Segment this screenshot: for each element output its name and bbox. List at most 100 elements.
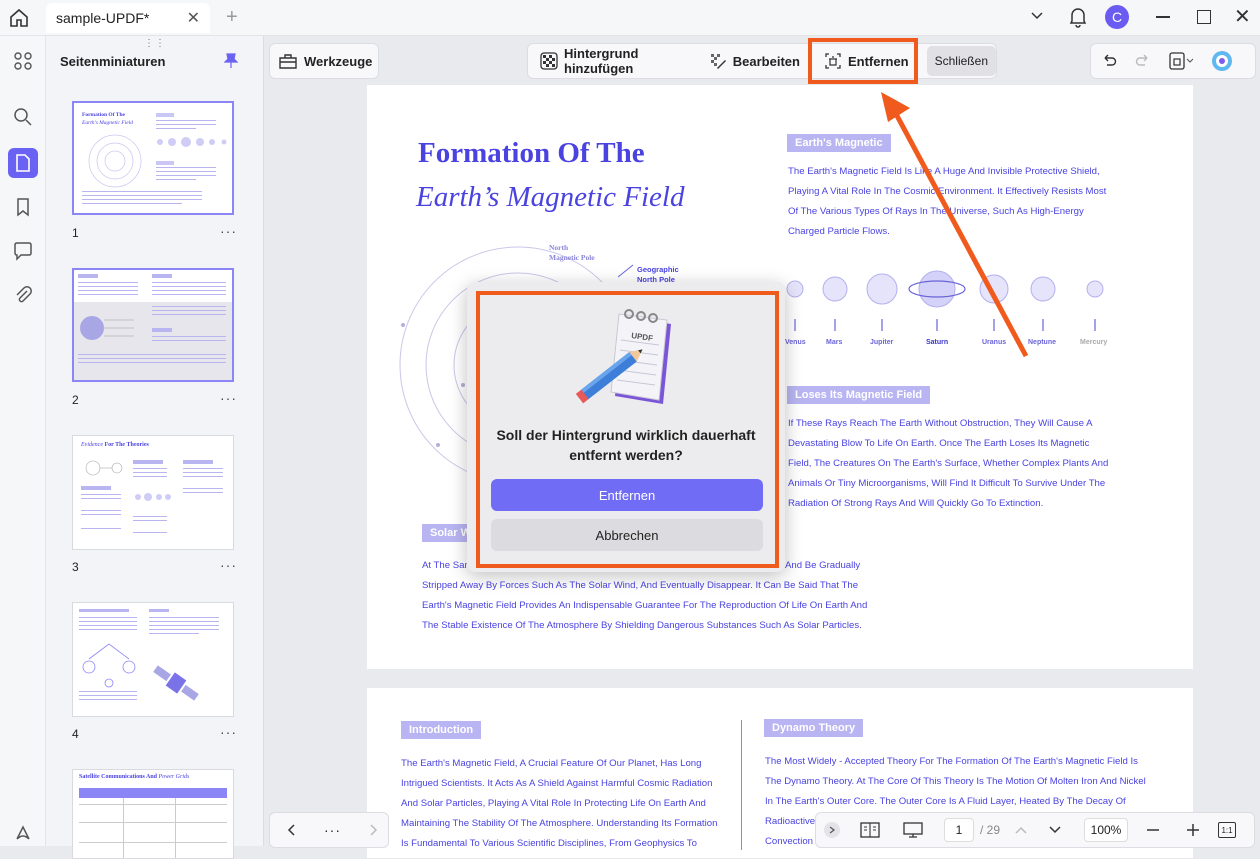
text-line: The Most Widely - Accepted Theory For Th… <box>765 756 1138 767</box>
text-line: Of The Various Types Of Rays In The Univ… <box>788 206 1084 217</box>
undo-icon[interactable] <box>1101 53 1117 69</box>
toolbox-icon <box>278 52 298 70</box>
more-options-icon[interactable]: ··· <box>220 557 237 573</box>
home-icon[interactable] <box>8 7 30 29</box>
zoom-level[interactable]: 100% <box>1084 818 1129 842</box>
thumbnail-page-number: 2 <box>72 393 79 407</box>
section-header: Introduction <box>401 721 482 739</box>
thumbnails-panel: ⋮⋮ Seitenminiaturen Formation Of The Ear… <box>46 36 264 859</box>
title-bar: sample-UPDF* ✕ + C ✕ <box>0 0 1260 36</box>
chevron-up-icon[interactable] <box>1014 825 1028 835</box>
reading-mode-icon[interactable] <box>860 821 880 839</box>
chevron-down-icon[interactable] <box>1048 825 1062 835</box>
chevron-left-icon[interactable] <box>286 823 296 837</box>
chevron-right-icon[interactable] <box>369 823 379 837</box>
layers-icon[interactable] <box>8 818 38 848</box>
more-icon[interactable]: ··· <box>324 822 341 838</box>
section1-text: The Earth's Magnetic Field Is Like A Hug… <box>788 162 1118 242</box>
presentation-icon[interactable] <box>902 821 924 839</box>
ai-assistant-icon[interactable] <box>1211 50 1233 72</box>
add-background-button[interactable]: Hintergrund hinzufügen <box>532 44 701 78</box>
left-tool-rail <box>0 36 46 846</box>
text-line: Playing A Vital Role In The Cosmic Envir… <box>788 186 1107 197</box>
maximize-icon[interactable] <box>1197 10 1211 24</box>
thumb-title-italic: Power Grids <box>158 774 190 780</box>
more-options-icon[interactable]: ··· <box>220 724 237 740</box>
text-line: Earth's Magnetic Field Provides An Indis… <box>422 600 868 611</box>
zoom-out-icon[interactable] <box>1146 823 1160 837</box>
text-line: Charged Particle Flows. <box>788 226 890 237</box>
page-title: Formation Of The <box>418 137 645 169</box>
history-group <box>1090 43 1256 79</box>
remove-button-highlight <box>808 38 918 84</box>
document-tab[interactable]: sample-UPDF* ✕ <box>46 3 210 33</box>
redo-icon[interactable] <box>1135 53 1151 69</box>
panel-title: Seitenminiaturen <box>60 54 166 69</box>
edit-background-icon <box>709 52 727 70</box>
page-thumbnail-3[interactable]: Evidence For The Theories <box>72 435 234 550</box>
page-thumbnail-2[interactable] <box>72 268 234 382</box>
drag-handle-icon[interactable]: ⋮⋮ <box>144 38 166 49</box>
text-line: Field, The Creatures On The Earth's Surf… <box>788 458 1109 469</box>
actual-size-button[interactable]: 1:1 <box>1218 822 1237 838</box>
search-icon[interactable] <box>8 102 38 132</box>
page-thumbnail-1[interactable]: Formation Of The Earth's Magnetic Field <box>72 101 234 215</box>
text-line: And Solar Particles, Playing A Vital Rol… <box>401 798 706 809</box>
bell-icon[interactable] <box>1068 6 1088 28</box>
minimize-icon[interactable] <box>1156 16 1170 18</box>
bookmark-icon[interactable] <box>8 192 38 222</box>
more-options-icon[interactable]: ··· <box>220 223 237 239</box>
planet-label: Jupiter <box>870 339 894 346</box>
edit-background-button[interactable]: Bearbeiten <box>701 44 808 78</box>
avatar[interactable]: C <box>1105 5 1129 29</box>
background-toolbar: Hintergrund hinzufügen Bearbeiten Entfer… <box>527 43 997 79</box>
text-line-start: At The Sam <box>422 560 473 571</box>
planet-labels: Venus Mars Jupiter Saturn Uranus Neptune… <box>782 339 1122 351</box>
section2-text: If These Rays Reach The Earth Without Ob… <box>788 414 1128 514</box>
thumb-title-bold: For The Theories <box>104 442 149 448</box>
planet-label: Uranus <box>982 339 1007 346</box>
text-line-end: And Be Gradually <box>785 560 861 571</box>
tools-button[interactable]: Werkzeuge <box>270 44 380 78</box>
page-subtitle: Earth’s Magnetic Field <box>416 181 685 213</box>
page-total: / 29 <box>980 823 1001 837</box>
new-tab-icon[interactable]: + <box>226 6 238 29</box>
close-label: Schließen <box>934 54 988 68</box>
section-header: Dynamo Theory <box>764 719 864 737</box>
close-background-button[interactable]: Schließen <box>926 46 996 76</box>
thumb-title-bold: Satellite Communications And <box>79 774 158 780</box>
text-line: The Dynamo Theory. At The Core Of This T… <box>765 776 1146 787</box>
edit-label: Bearbeiten <box>732 53 800 69</box>
save-icon[interactable] <box>1169 52 1193 70</box>
dialog-highlight <box>476 291 779 568</box>
close-window-icon[interactable]: ✕ <box>1234 4 1251 29</box>
text-line: The Earth's Magnetic Field, A Crucial Fe… <box>401 758 702 769</box>
collapse-icon[interactable] <box>824 822 840 838</box>
page-number-input[interactable]: 1 <box>944 818 974 842</box>
attachment-icon[interactable] <box>8 280 38 310</box>
north-magnetic-pole-label: North Magnetic Pole <box>549 243 595 262</box>
page-thumbnail-4[interactable] <box>72 602 234 717</box>
section-header: Loses Its Magnetic Field <box>787 386 931 404</box>
text-line: The Earth's Magnetic Field Is Like A Hug… <box>788 166 1100 177</box>
column-divider <box>741 720 742 850</box>
chevron-down-icon[interactable] <box>1030 9 1044 23</box>
thumbnail-page-number: 3 <box>72 560 79 574</box>
page-nav-group: ··· <box>269 812 389 848</box>
checker-icon <box>540 52 558 70</box>
grid-icon[interactable] <box>8 46 38 76</box>
pin-icon[interactable] <box>224 53 238 69</box>
comment-icon[interactable] <box>8 236 38 266</box>
more-options-icon[interactable]: ··· <box>220 390 237 406</box>
planet-label: Saturn <box>926 339 949 346</box>
zoom-in-icon[interactable] <box>1186 823 1200 837</box>
view-controls-bar: 1 / 29 100% 1:1 <box>815 812 1255 848</box>
close-tab-icon[interactable]: ✕ <box>187 8 200 28</box>
thumbnail-page-number: 1 <box>72 226 79 240</box>
intro-text: The Earth's Magnetic Field, A Crucial Fe… <box>401 754 731 854</box>
text-line: In The Earth's Outer Core. The Outer Cor… <box>765 796 1126 807</box>
text-line: Is Fundamental To Various Scientific Dis… <box>401 838 697 849</box>
page-thumbnails-icon[interactable] <box>8 148 38 178</box>
thumb-title-italic: Evidence <box>81 442 103 448</box>
text-line: Animals Or Tiny Microorganisms, Will Fin… <box>788 478 1106 489</box>
